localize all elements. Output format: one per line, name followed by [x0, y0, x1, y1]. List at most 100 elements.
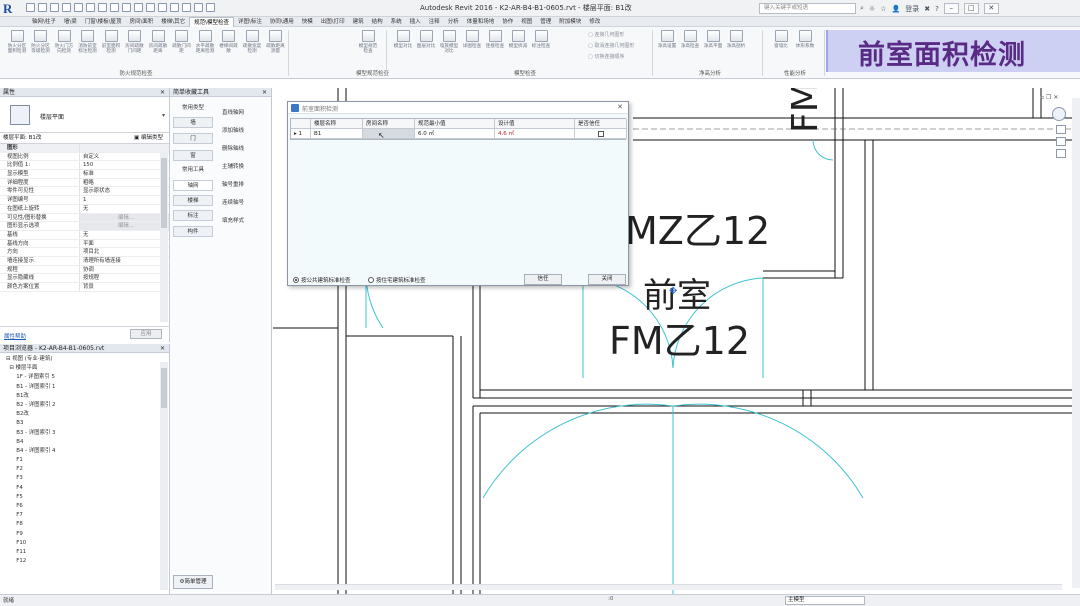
thin-lines-icon[interactable] — [170, 3, 179, 12]
property-row[interactable]: 基线方向 平面 — [0, 239, 169, 249]
cell-trust[interactable] — [575, 129, 627, 139]
canvas-horizontal-scrollbar[interactable] — [275, 584, 1062, 590]
close-dialog-button[interactable]: 关闭 — [588, 274, 626, 285]
geometry-tool-0[interactable]: ▢ 连接几何图形 — [588, 31, 624, 38]
tool-category-1[interactable]: 墙 — [173, 117, 213, 128]
fire-tool-11[interactable]: 疏散距离测量 — [265, 30, 287, 54]
instance-selector[interactable]: 楼层平面: B1改 ▣ 编辑类型 — [0, 133, 169, 144]
browser-tree-item[interactable]: F3 — [0, 474, 169, 483]
tool-item-2[interactable]: 删除轴线 — [222, 144, 244, 152]
model-tool-4[interactable]: 详图检查 — [461, 30, 483, 49]
door-tag-fm-top[interactable]: FM — [785, 88, 826, 133]
active-model-selector[interactable]: 主模型 — [785, 596, 865, 605]
radio-residential-building[interactable]: 按住宅建筑标准检查 — [368, 276, 426, 284]
property-row[interactable]: 详图编号 1 — [0, 196, 169, 205]
fire-tool-2[interactable]: 防火门方向检测 — [53, 30, 75, 54]
property-row[interactable]: 显示模型 标准 — [0, 170, 169, 179]
tools-close-icon[interactable]: ✕ — [262, 88, 267, 97]
browser-tree-item[interactable]: F5 — [0, 493, 169, 502]
ribbon-tab-19[interactable]: 管理 — [536, 17, 555, 27]
tool-category-6[interactable]: 楼梯 — [173, 195, 213, 206]
fire-tool-7[interactable]: 疏散门间距 — [171, 30, 193, 54]
browser-tree-item[interactable]: F6 — [0, 502, 169, 511]
browser-tree-item[interactable]: F11 — [0, 548, 169, 557]
net-tool-3[interactable]: 净高剖析 — [725, 30, 747, 49]
ribbon-tab-18[interactable]: 视图 — [517, 17, 536, 27]
revit-logo-icon[interactable]: R — [3, 1, 23, 16]
dimension-icon[interactable] — [110, 3, 119, 12]
close-button[interactable]: ✕ — [983, 3, 999, 14]
browser-tree-item[interactable]: 1F - 详图索引 5 — [0, 373, 169, 382]
3d-view-icon[interactable] — [146, 3, 155, 12]
browser-tree-item[interactable]: F10 — [0, 539, 169, 548]
property-value[interactable]: 编辑... — [80, 213, 169, 222]
property-row[interactable]: 基线无 — [0, 230, 169, 240]
geometry-tool-2[interactable]: ▢ 切换连接顺序 — [588, 53, 624, 60]
browser-tree-item[interactable]: B2改 — [0, 410, 169, 419]
type-selector[interactable]: 楼层平面 ▾ — [0, 97, 169, 133]
canvas-vertical-scrollbar[interactable] — [1072, 98, 1080, 588]
ribbon-tab-3[interactable]: 房间\面积 — [125, 17, 157, 27]
ribbon-tab-16[interactable]: 体量和场地 — [463, 17, 499, 27]
view-minimize-icon[interactable]: ▫ — [1040, 94, 1044, 101]
ribbon-tab-13[interactable]: 插入 — [406, 17, 425, 27]
tool-category-5[interactable]: 轴网 — [173, 180, 213, 191]
browser-tree-item[interactable]: B3 - 详图索引 3 — [0, 429, 169, 438]
ribbon-tab-17[interactable]: 协作 — [498, 17, 517, 27]
apply-button[interactable]: 应用 — [130, 329, 162, 339]
undo-icon[interactable] — [62, 3, 71, 12]
browser-tree-item[interactable]: B4 - 详图索引 4 — [0, 447, 169, 456]
tool-category-0[interactable]: 常用类型 — [173, 103, 213, 114]
browser-tree-item[interactable]: F7 — [0, 511, 169, 520]
perf-tool-1[interactable]: 体形系数 — [794, 30, 816, 49]
redo-icon[interactable] — [74, 3, 83, 12]
fire-tool-8[interactable]: 水平疏散距离检测 — [194, 30, 216, 54]
tool-item-1[interactable]: 添加轴线 — [222, 126, 244, 134]
perf-tool-0[interactable]: 窗墙比 — [770, 30, 792, 49]
tool-category-7[interactable]: 标注 — [173, 210, 213, 221]
fire-tool-10[interactable]: 疏散宽度检测 — [241, 30, 263, 54]
model-tool-2[interactable]: 图层对比 — [415, 30, 437, 49]
tool-category-8[interactable]: 构件 — [173, 226, 213, 237]
sync-icon[interactable] — [50, 3, 59, 12]
maximize-button[interactable]: □ — [963, 3, 979, 14]
browser-scrollbar[interactable] — [160, 362, 168, 590]
exchange-icon[interactable]: ✖ — [924, 5, 930, 13]
browser-tree-item[interactable]: B2 - 详图索引 2 — [0, 401, 169, 410]
zoom-icon[interactable] — [1056, 137, 1066, 146]
tool-item-6[interactable]: 填充样式 — [222, 216, 244, 224]
ribbon-tab-21[interactable]: 修改 — [585, 17, 604, 27]
steering-wheel-icon[interactable] — [1056, 125, 1066, 134]
ribbon-tab-15[interactable]: 分析 — [444, 17, 463, 27]
property-row[interactable]: 可见性/图形替换 编辑... — [0, 213, 169, 223]
ribbon-tab-12[interactable]: 系统 — [387, 17, 406, 27]
view-cube-icon[interactable] — [1052, 107, 1066, 121]
door-tag-mz12[interactable]: MZ乙12 — [625, 200, 770, 255]
fire-tool-4[interactable]: 前室面积检测 — [100, 30, 122, 54]
browser-tree-item[interactable]: F9 — [0, 530, 169, 539]
model-tool-6[interactable]: 模型拆减 — [507, 30, 529, 49]
model-tool-3[interactable]: 墙族模型对比 — [438, 30, 460, 54]
save-icon[interactable] — [38, 3, 47, 12]
property-row[interactable]: 显示隐藏线 按规程 — [0, 274, 169, 283]
property-value[interactable]: 编辑... — [80, 222, 169, 230]
browser-tree-item[interactable]: F1 — [0, 456, 169, 465]
tool-category-2[interactable]: 门 — [173, 133, 213, 144]
fire-tool-0[interactable]: 防火分区面积检测 — [6, 30, 28, 54]
open-icon[interactable] — [26, 3, 35, 12]
cell-room[interactable] — [363, 129, 415, 139]
property-row[interactable]: 墙连接显示 清理所有墙连接 — [0, 256, 169, 266]
cell-design[interactable]: 4.6 ㎡ — [495, 129, 575, 139]
minimize-button[interactable]: – — [943, 3, 959, 14]
close-hidden-icon[interactable] — [182, 3, 191, 12]
chevron-down-icon[interactable]: ▾ — [162, 112, 165, 119]
ribbon-tab-4[interactable]: 楼梯\其它 — [157, 17, 189, 27]
ribbon-tab-10[interactable]: 建筑 — [349, 17, 368, 27]
door-tag-fm12[interactable]: FM乙12 — [609, 310, 750, 365]
tool-category-4[interactable]: 常用工具 — [173, 165, 213, 176]
browser-tree-item[interactable]: F4 — [0, 484, 169, 493]
net-tool-2[interactable]: 净高平面 — [702, 30, 724, 49]
ribbon-tab-9[interactable]: 出图\打印 — [317, 17, 349, 27]
ribbon-tab-5[interactable]: 规范\模型检查 — [189, 16, 235, 27]
edit-type-button[interactable]: ▣ 编辑类型 — [134, 133, 163, 144]
